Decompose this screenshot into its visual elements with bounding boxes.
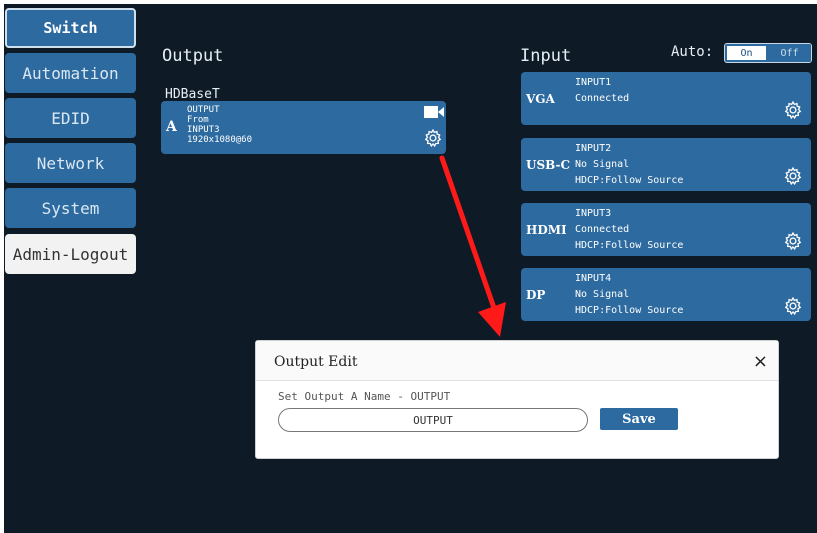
input-type: VGA — [526, 92, 555, 106]
input-settings-gear-icon[interactable] — [783, 100, 803, 120]
output-section-title: Output — [162, 46, 224, 66]
input-name: INPUT4 — [575, 273, 612, 284]
sidebar-item-system[interactable]: System — [5, 188, 136, 228]
input-hdcp: HDCP:Follow Source — [575, 175, 684, 186]
auto-off-button[interactable]: Off — [768, 44, 811, 62]
output-edit-modal: Output Edit × Set Output A Name - OUTPUT… — [255, 340, 779, 459]
output-card-a[interactable]: A OUTPUT From INPUT3 1920x1080@60 — [161, 101, 446, 154]
output-group-title: HDBaseT — [165, 87, 220, 102]
auto-toggle[interactable]: On Off — [724, 43, 812, 63]
input-section-title: Input — [520, 46, 572, 66]
input-type: USB-C — [526, 158, 571, 172]
auto-label: Auto: — [671, 44, 714, 60]
sidebar-item-network[interactable]: Network — [5, 143, 136, 183]
input-card-3[interactable]: HDMI INPUT3 Connected HDCP:Follow Source — [521, 203, 811, 256]
output-name-input[interactable] — [278, 408, 588, 432]
input-status: No Signal — [575, 289, 630, 300]
input-name: INPUT3 — [575, 208, 612, 219]
modal-title: Output Edit — [274, 354, 358, 370]
sidebar-item-edid[interactable]: EDID — [5, 98, 136, 138]
auto-on-button[interactable]: On — [725, 44, 769, 62]
input-hdcp: HDCP:Follow Source — [575, 305, 684, 316]
input-status: Connected — [575, 224, 630, 235]
sidebar-item-automation[interactable]: Automation — [5, 53, 136, 93]
output-from-label: From — [187, 115, 209, 125]
close-icon[interactable]: × — [753, 351, 768, 372]
input-card-1[interactable]: VGA INPUT1 Connected — [521, 72, 811, 125]
input-card-4[interactable]: DP INPUT4 No Signal HDCP:Follow Source — [521, 268, 811, 321]
input-status: Connected — [575, 93, 630, 104]
input-card-2[interactable]: USB-C INPUT2 No Signal HDCP:Follow Sourc… — [521, 138, 811, 191]
input-settings-gear-icon[interactable] — [783, 166, 803, 186]
output-source: INPUT3 — [187, 125, 220, 135]
input-type: HDMI — [526, 223, 567, 237]
modal-label: Set Output A Name - OUTPUT — [278, 390, 451, 403]
output-settings-gear-icon[interactable] — [423, 128, 443, 148]
output-resolution: 1920x1080@60 — [187, 135, 253, 145]
save-button[interactable]: Save — [600, 408, 678, 430]
sidebar-item-switch[interactable]: Switch — [5, 8, 136, 48]
output-name: OUTPUT — [187, 105, 220, 115]
input-settings-gear-icon[interactable] — [783, 231, 803, 251]
input-settings-gear-icon[interactable] — [783, 296, 803, 316]
sidebar-item-admin-logout[interactable]: Admin-Logout — [5, 234, 136, 274]
input-hdcp: HDCP:Follow Source — [575, 240, 684, 251]
input-name: INPUT2 — [575, 143, 612, 154]
video-camera-icon — [424, 106, 444, 118]
input-name: INPUT1 — [575, 77, 612, 88]
output-letter: A — [166, 119, 177, 135]
input-type: DP — [526, 288, 546, 302]
input-status: No Signal — [575, 159, 630, 170]
